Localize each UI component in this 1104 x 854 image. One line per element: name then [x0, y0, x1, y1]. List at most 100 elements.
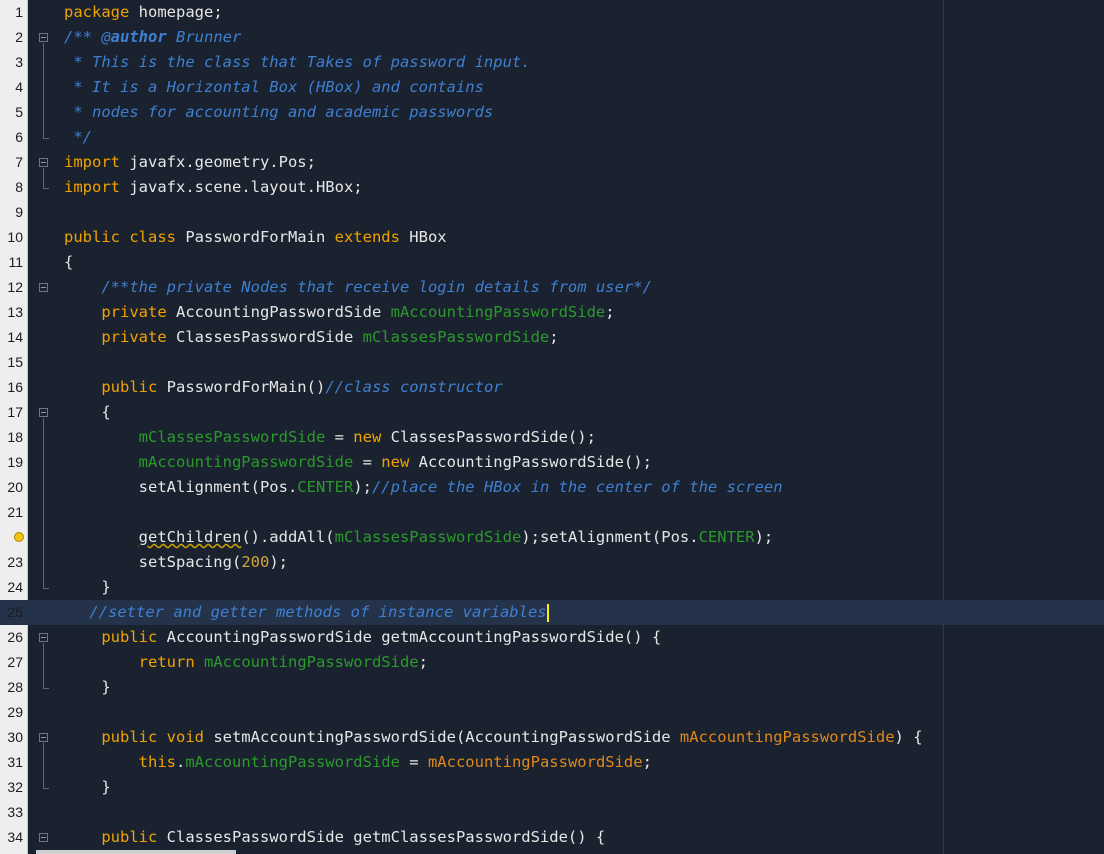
code-text[interactable]: public AccountingPasswordSide getmAccoun… [64, 625, 661, 650]
code-line[interactable]: 10 public class PasswordForMain extends H… [0, 225, 1104, 250]
line-number: 16 [7, 379, 23, 395]
code-text[interactable]: public class PasswordForMain extends HBo… [64, 225, 447, 250]
code-text[interactable]: public ClassesPasswordSide getmClassesPa… [64, 825, 605, 850]
code-line[interactable]: 27 return mAccountingPasswordSide; [0, 650, 1104, 675]
code-line[interactable]: 15 [0, 350, 1104, 375]
line-number: 14 [7, 329, 23, 345]
token-pl: PasswordForMain [175, 228, 335, 246]
code-text[interactable]: * This is the class that Takes of passwo… [64, 50, 530, 75]
code-text[interactable]: import javafx.geometry.Pos; [64, 150, 316, 175]
token-pl: } [64, 578, 111, 596]
code-text[interactable]: } [64, 775, 111, 800]
line-number: 25 [7, 604, 23, 620]
code-text[interactable]: * It is a Horizontal Box (HBox) and cont… [64, 75, 484, 100]
code-line[interactable]: 28 } [0, 675, 1104, 700]
token-kw: private [101, 328, 167, 346]
fold-toggle-icon[interactable] [39, 283, 48, 292]
token-pl: ClassesPasswordSide [166, 328, 363, 346]
code-editor[interactable]: 1 package homepage; 2/** @author Brunner 3 … [0, 0, 1104, 854]
token-kw: public [101, 828, 158, 846]
token-pl: setmAccountingPasswordSide(AccountingPas… [203, 728, 680, 746]
fold-toggle-icon[interactable] [39, 158, 48, 167]
token-pl: ClassesPasswordSide getmClassesPasswordS… [157, 828, 606, 846]
code-text[interactable]: private ClassesPasswordSide mClassesPass… [64, 325, 558, 350]
code-text[interactable]: import javafx.scene.layout.HBox; [64, 175, 363, 200]
code-line[interactable]: 9 [0, 200, 1104, 225]
code-line[interactable]: 26 public AccountingPasswordSide getmAcc… [0, 625, 1104, 650]
token-pl: PasswordForMain() [157, 378, 326, 396]
line-number: 23 [7, 554, 23, 570]
code-line[interactable]: 13 private AccountingPasswordSide mAccou… [0, 300, 1104, 325]
code-line[interactable]: 4 * It is a Horizontal Box (HBox) and co… [0, 75, 1104, 100]
token-pl: } [64, 778, 111, 796]
code-text[interactable]: this.mAccountingPasswordSide = mAccounti… [64, 750, 652, 775]
code-line[interactable]: 5 * nodes for accounting and academic pa… [0, 100, 1104, 125]
token-pl: = [353, 453, 382, 471]
code-text[interactable]: /** @author Brunner [64, 25, 241, 50]
code-line[interactable]: 1 package homepage; [0, 0, 1104, 25]
text-caret [546, 603, 549, 622]
code-text[interactable]: private AccountingPasswordSide mAccounti… [64, 300, 614, 325]
code-text[interactable]: public PasswordForMain()//class construc… [64, 375, 503, 400]
code-text[interactable]: } [64, 575, 111, 600]
code-text[interactable]: } [64, 675, 110, 700]
code-line[interactable]: 31 this.mAccountingPasswordSide = mAccou… [0, 750, 1104, 775]
code-line[interactable]: 29 [0, 700, 1104, 725]
code-text[interactable]: return mAccountingPasswordSide; [64, 650, 428, 675]
code-line[interactable]: getChildren().addAll(mClassesPasswordSid… [0, 525, 1104, 550]
code-line[interactable]: 16 public PasswordForMain()//class const… [0, 375, 1104, 400]
fold-toggle-icon[interactable] [39, 733, 48, 742]
token-cm: //class constructor [325, 378, 503, 396]
code-text[interactable]: setAlignment(Pos.CENTER);//place the HBo… [64, 475, 783, 500]
fold-toggle-icon[interactable] [39, 408, 48, 417]
code-text[interactable]: mClassesPasswordSide = new ClassesPasswo… [64, 425, 596, 450]
code-line[interactable]: 23 setSpacing(200); [0, 550, 1104, 575]
code-line[interactable]: 20 setAlignment(Pos.CENTER);//place the … [0, 475, 1104, 500]
code-line[interactable]: 14 private ClassesPasswordSide mClassesP… [0, 325, 1104, 350]
token-kw: public class [64, 228, 176, 246]
code-text[interactable]: * nodes for accounting and academic pass… [64, 100, 493, 125]
code-line[interactable]: 25 //setter and getter methods of instan… [0, 600, 1104, 625]
code-line[interactable]: 12 /**the private Nodes that receive log… [0, 275, 1104, 300]
fold-toggle-icon[interactable] [39, 833, 48, 842]
code-line[interactable]: 11 { [0, 250, 1104, 275]
code-text[interactable]: //setter and getter methods of instance … [80, 600, 549, 625]
line-number: 33 [7, 804, 23, 820]
code-line[interactable]: 33 [0, 800, 1104, 825]
code-line[interactable]: 8 import javafx.scene.layout.HBox; [0, 175, 1104, 200]
code-line[interactable]: 24 } [0, 575, 1104, 600]
line-number: 12 [7, 279, 23, 295]
token-kw: extends [334, 228, 400, 246]
lightbulb-icon[interactable] [14, 532, 24, 542]
code-text[interactable]: /**the private Nodes that receive login … [64, 275, 652, 300]
line-number: 17 [7, 404, 23, 420]
code-text[interactable]: getChildren().addAll(mClassesPasswordSid… [64, 525, 774, 550]
line-number: 9 [15, 204, 23, 220]
horizontal-scrollbar[interactable] [36, 850, 236, 854]
line-number: 4 [15, 79, 23, 95]
code-text[interactable]: public void setmAccountingPasswordSide(A… [64, 725, 922, 750]
fold-toggle-icon[interactable] [39, 633, 48, 642]
code-line[interactable]: 34 public ClassesPasswordSide getmClasse… [0, 825, 1104, 850]
token-par: mAccountingPasswordSide [679, 728, 895, 746]
code-text[interactable]: setSpacing(200); [64, 550, 288, 575]
code-line[interactable]: 21 [0, 500, 1104, 525]
fold-toggle-icon[interactable] [39, 33, 48, 42]
code-line[interactable]: 17 { [0, 400, 1104, 425]
code-text[interactable]: package homepage; [64, 0, 223, 25]
code-line[interactable]: 7 import javafx.geometry.Pos; [0, 150, 1104, 175]
code-text[interactable]: mAccountingPasswordSide = new Accounting… [64, 450, 652, 475]
fold-guide-line [43, 43, 44, 138]
code-line[interactable]: 3 * This is the class that Takes of pass… [0, 50, 1104, 75]
code-line[interactable]: 19 mAccountingPasswordSide = new Account… [0, 450, 1104, 475]
code-line[interactable]: 18 mClassesPasswordSide = new ClassesPas… [0, 425, 1104, 450]
code-line[interactable]: 6 */ [0, 125, 1104, 150]
code-line[interactable]: 2 /** @author Brunner [0, 25, 1104, 50]
code-text[interactable]: */ [64, 125, 92, 150]
code-text[interactable]: { [64, 250, 73, 275]
code-line[interactable]: 32 } [0, 775, 1104, 800]
code-text[interactable]: { [64, 400, 110, 425]
code-line[interactable]: 30 public void setmAccountingPasswordSid… [0, 725, 1104, 750]
